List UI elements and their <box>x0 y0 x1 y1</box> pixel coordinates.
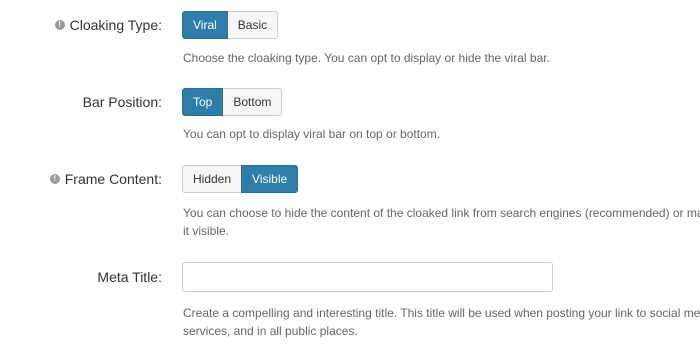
cloaking-type-label-wrap: ! Cloaking Type: <box>54 11 162 39</box>
cloaking-basic-button[interactable]: Basic <box>226 11 279 39</box>
bar-position-bottom-button[interactable]: Bottom <box>222 88 283 116</box>
frame-content-visible-button[interactable]: Visible <box>241 165 299 193</box>
cloaking-type-help: Choose the cloaking type. You can opt to… <box>183 51 550 65</box>
frame-content-toggle: Hidden Visible <box>182 165 299 193</box>
info-icon[interactable]: ! <box>54 20 65 30</box>
frame-content-help: You can choose to hide the content of th… <box>183 206 700 238</box>
meta-title-input[interactable] <box>182 262 553 292</box>
meta-title-label: Meta Title: <box>97 269 162 285</box>
frame-content-label: Frame Content: <box>64 171 162 187</box>
bar-position-label: Bar Position: <box>82 94 162 110</box>
meta-title-help: Create a compelling and interesting titl… <box>183 306 700 338</box>
frame-content-hidden-button[interactable]: Hidden <box>182 165 243 193</box>
meta-title-label-wrap: Meta Title: <box>97 262 162 292</box>
bar-position-top-button[interactable]: Top <box>182 88 224 116</box>
cloaking-type-toggle: Viral Basic <box>182 11 279 39</box>
frame-content-label-wrap: ! Frame Content: <box>49 165 162 193</box>
bar-position-toggle: Top Bottom <box>182 88 283 116</box>
cloaking-type-label: Cloaking Type: <box>69 17 162 33</box>
info-icon[interactable]: ! <box>49 174 60 184</box>
bar-position-help: You can opt to display viral bar on top … <box>183 127 441 141</box>
cloaking-viral-button[interactable]: Viral <box>182 11 228 39</box>
bar-position-label-wrap: Bar Position: <box>83 88 162 116</box>
